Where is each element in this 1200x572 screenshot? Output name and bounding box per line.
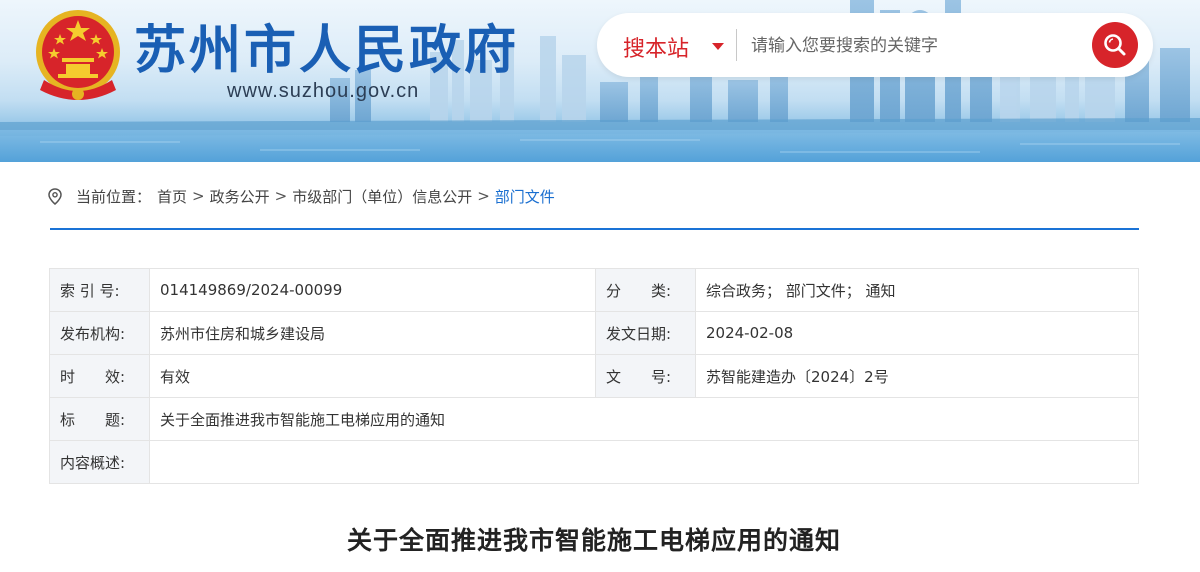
index-no-value: 014149869/2024-00099: [149, 268, 596, 312]
location-pin-icon: [48, 187, 62, 205]
summary-value: [149, 440, 1139, 484]
breadcrumb-gov-affairs[interactable]: 政务公开: [210, 186, 270, 207]
chevron-down-icon[interactable]: [712, 43, 724, 50]
table-row: 发布机构: 苏州市住房和城乡建设局 发文日期: 2024-02-08: [49, 311, 1139, 355]
issue-date-value: 2024-02-08: [695, 311, 1139, 355]
breadcrumb-divider: [50, 228, 1139, 230]
search-divider: [736, 29, 737, 61]
table-row: 标 题: 关于全面推进我市智能施工电梯应用的通知: [49, 397, 1139, 441]
breadcrumb-separator: >: [274, 187, 288, 205]
site-title[interactable]: 苏州市人民政府: [134, 8, 519, 83]
title-value: 关于全面推进我市智能施工电梯应用的通知: [149, 397, 1139, 441]
header-banner: 苏州市人民政府 www.suzhou.gov.cn 搜本站: [0, 0, 1200, 162]
search-button[interactable]: [1092, 22, 1138, 68]
validity-label: 时 效:: [49, 354, 150, 398]
validity-value: 有效: [149, 354, 596, 398]
publisher-label: 发布机构:: [49, 311, 150, 355]
publisher-value: 苏州市住房和城乡建设局: [149, 311, 596, 355]
breadcrumb-label: 当前位置：: [76, 187, 152, 206]
table-row: 索 引 号: 014149869/2024-00099 分 类: 综合政务； 部…: [49, 268, 1139, 312]
breadcrumb-dept-docs[interactable]: 部门文件: [495, 186, 555, 207]
search-input[interactable]: [749, 27, 1073, 65]
index-no-label: 索 引 号:: [49, 268, 150, 312]
site-url: www.suzhou.gov.cn: [227, 80, 420, 102]
breadcrumb-separator: >: [477, 187, 490, 205]
summary-label: 内容概述:: [49, 440, 150, 484]
breadcrumb-home[interactable]: 首页: [157, 186, 187, 207]
category-label: 分 类:: [595, 268, 696, 312]
table-row: 时 效: 有效 文 号: 苏智能建造办〔2024〕2号: [49, 354, 1139, 398]
search-scope-dropdown[interactable]: 搜本站: [623, 31, 689, 63]
table-row: 内容概述:: [49, 440, 1139, 484]
search-icon: [1104, 34, 1126, 56]
breadcrumb-dept-info[interactable]: 市级部门（单位）信息公开: [292, 186, 472, 207]
national-emblem-icon: [36, 10, 120, 100]
category-value: 综合政务； 部门文件； 通知: [695, 268, 1139, 312]
doc-no-label: 文 号:: [595, 354, 696, 398]
issue-date-label: 发文日期:: [595, 311, 696, 355]
doc-no-value: 苏智能建造办〔2024〕2号: [695, 354, 1139, 398]
search-box: 搜本站: [597, 13, 1153, 77]
title-label: 标 题:: [49, 397, 150, 441]
document-info-table: 索 引 号: 014149869/2024-00099 分 类: 综合政务； 部…: [49, 268, 1139, 484]
breadcrumb-separator: >: [192, 187, 205, 205]
breadcrumb: 当前位置： 首页 > 政务公开 > 市级部门（单位）信息公开 > 部门文件: [48, 185, 555, 207]
document-heading: 关于全面推进我市智能施工电梯应用的通知: [346, 526, 841, 555]
